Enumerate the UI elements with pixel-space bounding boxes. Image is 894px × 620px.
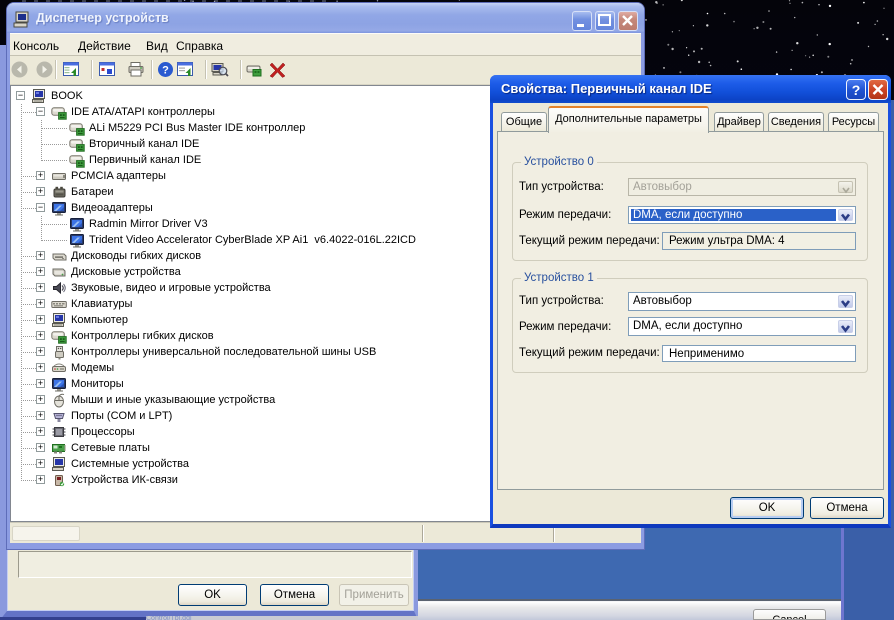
svg-text:?: ? xyxy=(162,65,169,77)
